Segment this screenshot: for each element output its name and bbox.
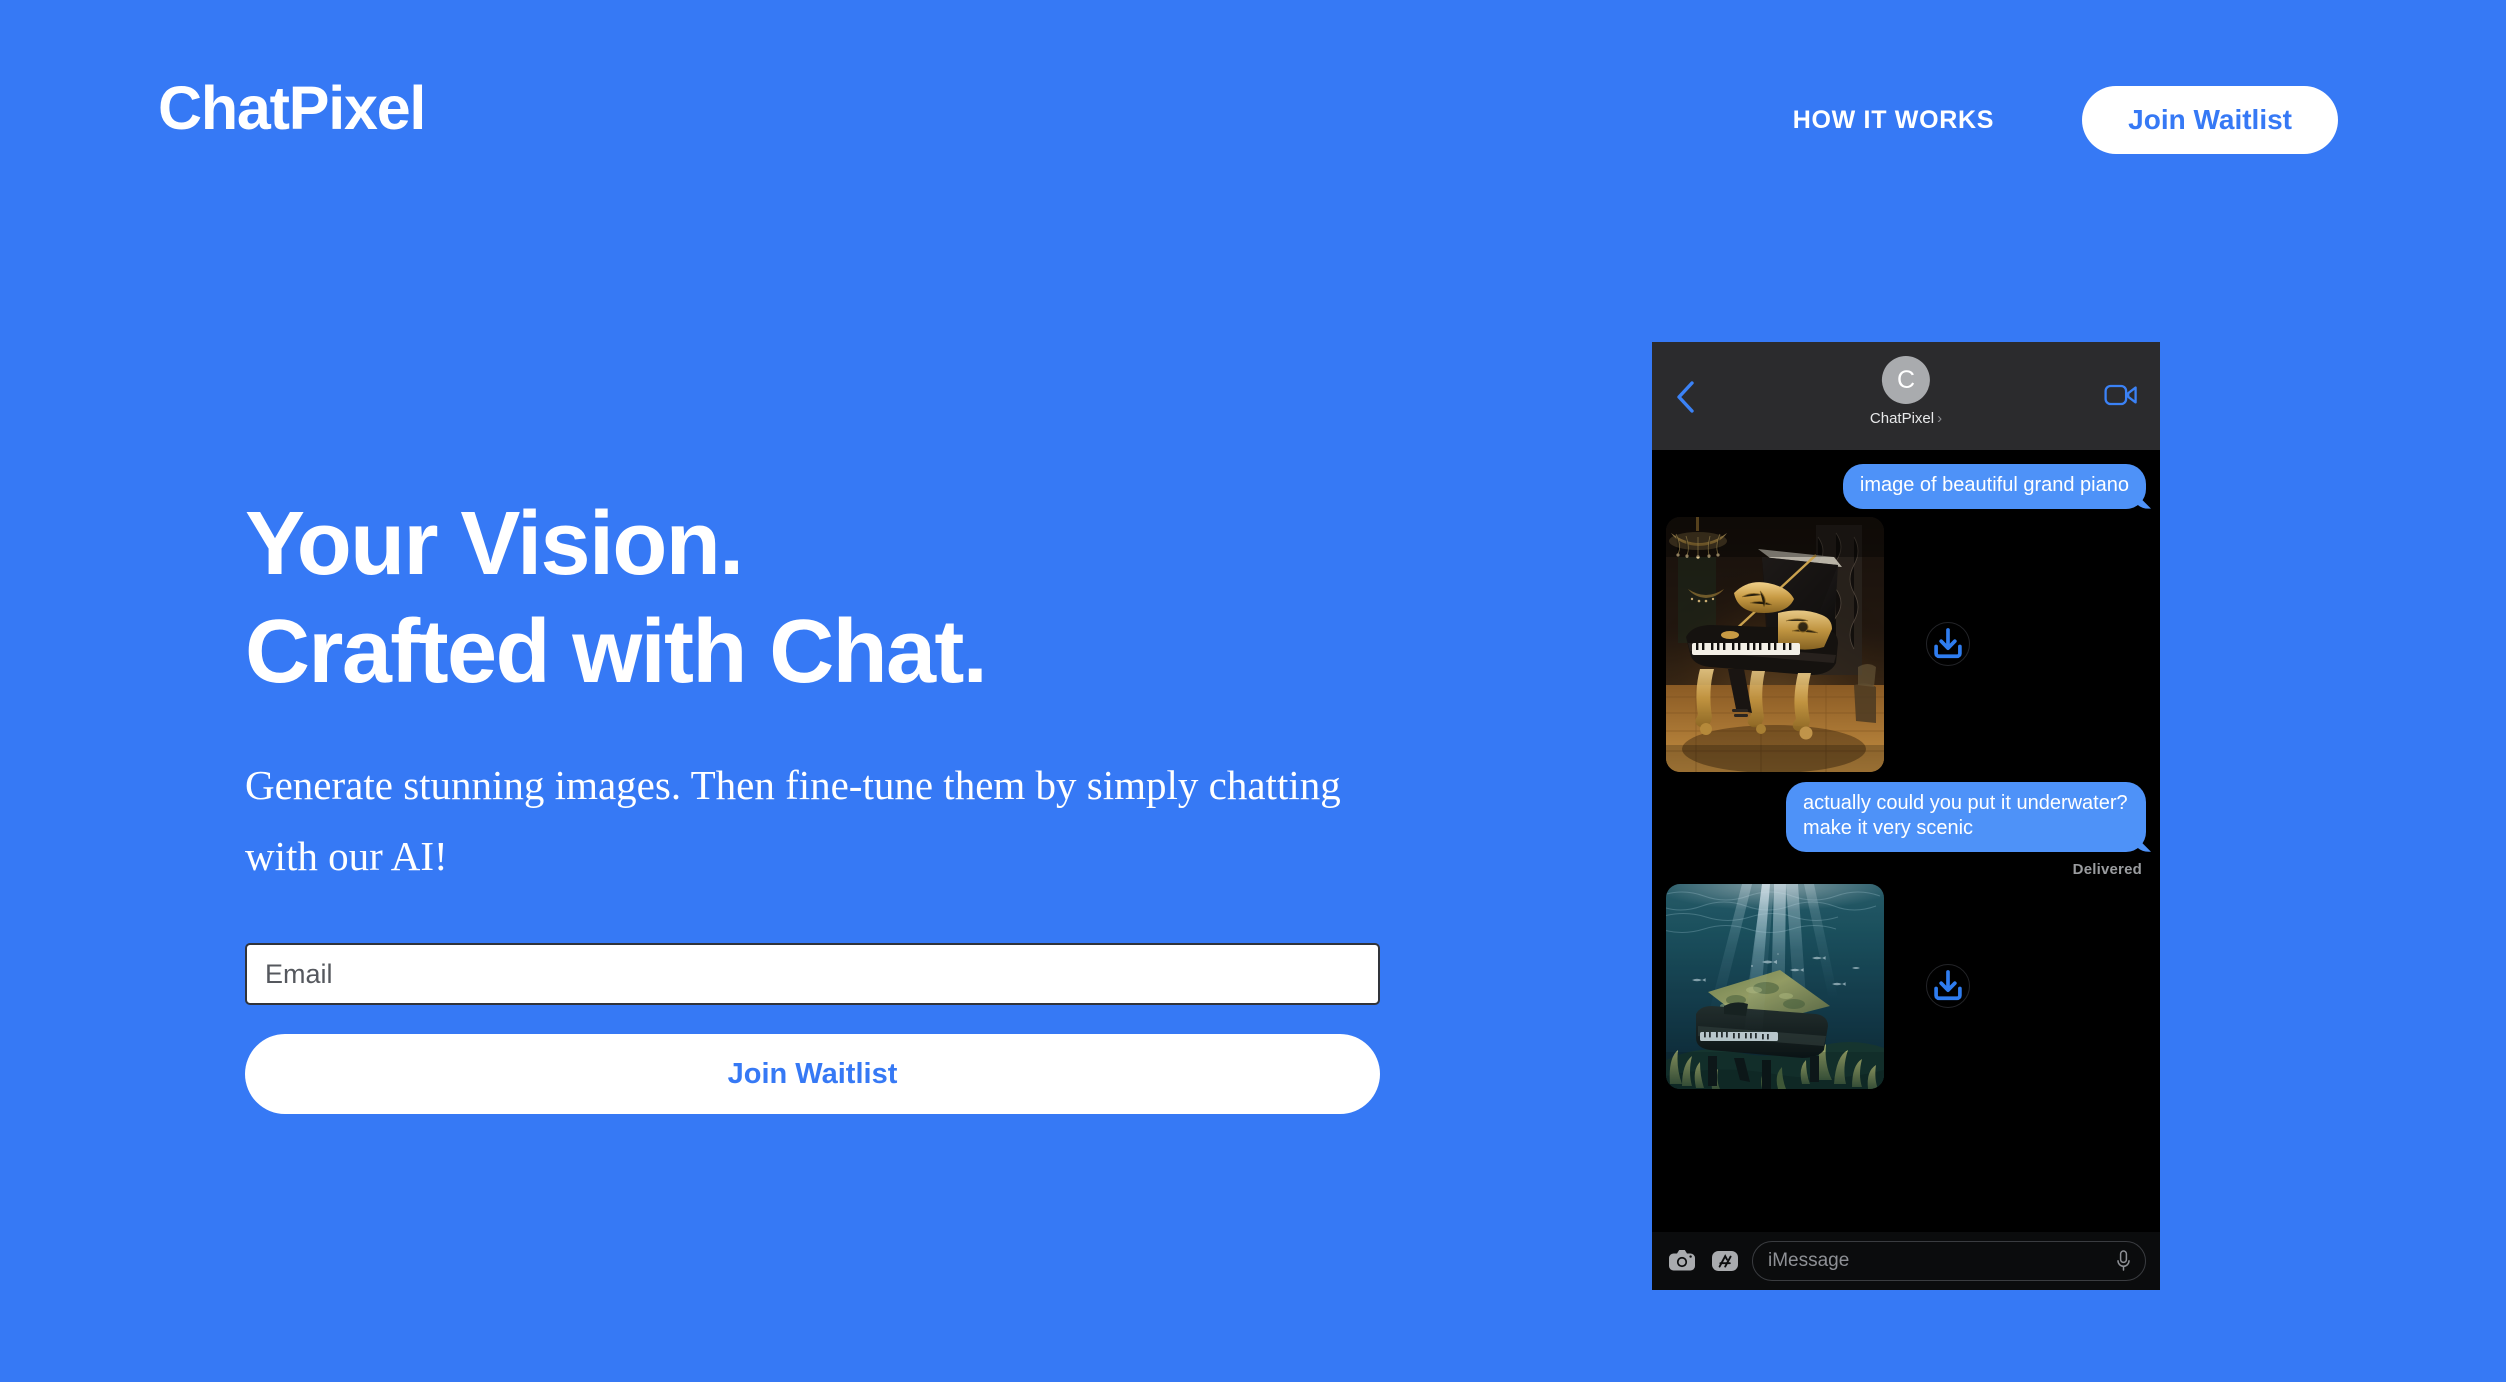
message-bubble-outgoing: actually could you put it underwater? ma… (1786, 781, 2146, 852)
generated-image-underwater-piano[interactable] (1666, 883, 1884, 1089)
avatar: C (1881, 356, 1930, 404)
generated-image-grand-piano[interactable] (1666, 516, 1884, 772)
attachment-row (1666, 883, 2146, 1089)
hero-section: Your Vision. Crafted with Chat. Generate… (245, 490, 1425, 1115)
chevron-right-icon: › (1937, 410, 1943, 427)
chat-header: C ChatPixel › (1652, 342, 2160, 450)
primary-nav: HOW IT WORKS Join Waitlist (1793, 86, 2338, 154)
message-bubble-outgoing: image of beautiful grand piano (1842, 464, 2146, 509)
contact-name-label: ChatPixel (1869, 410, 1935, 427)
message-composer: iMessage (1652, 1232, 2160, 1290)
waitlist-form: Join Waitlist (245, 943, 1380, 1115)
download-icon[interactable] (1926, 964, 1970, 1009)
email-field[interactable] (245, 943, 1380, 1006)
download-icon[interactable] (1926, 622, 1970, 667)
camera-icon[interactable] (1666, 1245, 1698, 1277)
hero-subtitle: Generate stunning images. Then fine-tune… (245, 762, 1341, 879)
microphone-icon[interactable] (2115, 1249, 2132, 1273)
nav-join-waitlist-button[interactable]: Join Waitlist (2082, 86, 2338, 154)
message-thread[interactable]: image of beautiful grand piano actually … (1652, 450, 2160, 1232)
page-title: Your Vision. Crafted with Chat. (245, 490, 1425, 706)
hero-title-line-2: Crafted with Chat. (245, 602, 988, 702)
video-camera-icon[interactable] (2104, 382, 2138, 408)
imessage-input[interactable]: iMessage (1752, 1241, 2146, 1281)
status-badge: Delivered (2072, 860, 2142, 878)
contact-block[interactable]: C ChatPixel › (1870, 356, 1942, 427)
attachment-row (1666, 516, 2146, 772)
app-store-icon[interactable] (1709, 1245, 1741, 1277)
contact-name: ChatPixel › (1870, 410, 1942, 427)
brand-logo[interactable]: ChatPixel (158, 78, 426, 139)
site-header: ChatPixel HOW IT WORKS Join Waitlist (0, 0, 2506, 240)
hero-title-line-1: Your Vision. (245, 494, 744, 594)
join-waitlist-submit-button[interactable]: Join Waitlist (245, 1034, 1380, 1115)
chevron-left-icon[interactable] (1674, 380, 1696, 414)
nav-link-how-it-works[interactable]: HOW IT WORKS (1793, 106, 1994, 135)
imessage-placeholder[interactable]: iMessage (1768, 1250, 2115, 1272)
phone-mockup: C ChatPixel › image of beautiful grand p… (1652, 342, 2160, 1290)
